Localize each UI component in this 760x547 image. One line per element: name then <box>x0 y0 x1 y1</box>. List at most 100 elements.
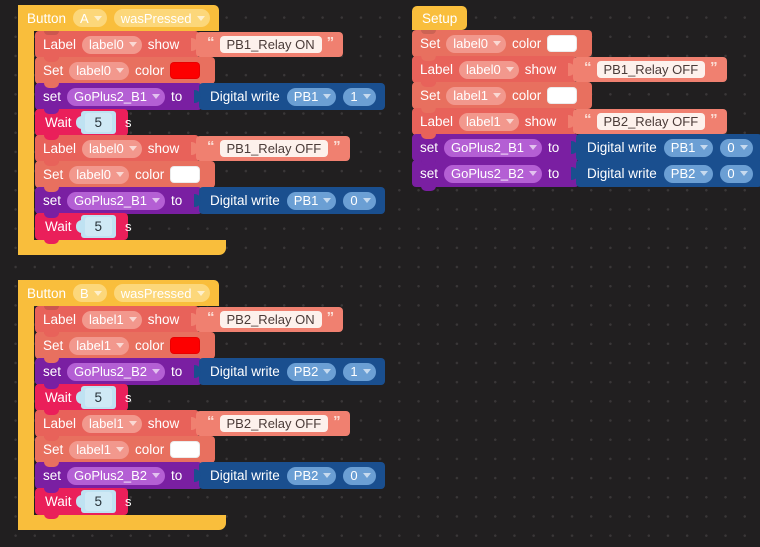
chevron-down-icon <box>362 198 371 203</box>
variable-selector[interactable]: GoPlus2_B1 <box>444 138 543 157</box>
color-swatch[interactable] <box>547 35 578 52</box>
color-swatch[interactable] <box>170 441 201 458</box>
text-value-field[interactable]: PB2_Relay ON <box>219 310 322 329</box>
color-target-selector[interactable]: label0 <box>69 165 129 184</box>
close-quote-icon: ” <box>333 138 341 155</box>
wait-verb: Wait <box>45 115 72 130</box>
label-target-selector[interactable]: label1 <box>459 112 519 131</box>
label-show-block[interactable]: Label label1 show “PB2_Relay OFF” <box>412 108 727 139</box>
variable-selector[interactable]: GoPlus2_B2 <box>444 164 543 183</box>
color-target-selector[interactable]: label1 <box>69 440 129 459</box>
level-selector[interactable]: 0 <box>720 138 753 157</box>
event-hat-button-pressed[interactable]: Button AwasPressed <box>18 5 219 31</box>
text-value-field[interactable]: PB2_Relay OFF <box>219 414 329 433</box>
digital-write-block[interactable]: Digital write PB1 0 <box>576 134 760 161</box>
label-target-selector[interactable]: label0 <box>459 60 519 79</box>
variable-selector[interactable]: GoPlus2_B2 <box>67 466 166 485</box>
set-color-block[interactable]: Set label0 color <box>35 161 215 192</box>
button-selector-text: A <box>80 10 89 26</box>
variable-selector[interactable]: GoPlus2_B1 <box>67 87 166 106</box>
event-selector[interactable]: wasPressed <box>113 284 210 302</box>
chevron-down-icon <box>93 15 102 21</box>
set-color-block[interactable]: Set label0 color <box>412 30 592 61</box>
digital-write-block[interactable]: Digital write PB1 0 <box>199 187 385 214</box>
pin-selector[interactable]: PB2 <box>286 466 337 485</box>
level-selector-text: 0 <box>350 193 358 208</box>
variable-selector-text: GoPlus2_B1 <box>74 89 148 104</box>
text-value-field[interactable]: PB1_Relay OFF <box>596 60 706 79</box>
level-selector[interactable]: 1 <box>343 87 376 106</box>
digital-write-block[interactable]: Digital write PB2 1 <box>199 358 385 385</box>
pin-selector[interactable]: PB1 <box>663 138 714 157</box>
label-show-block[interactable]: Label label0 show “PB1_Relay ON” <box>35 31 344 62</box>
level-selector[interactable]: 0 <box>343 466 376 485</box>
text-value-field[interactable]: PB1_Relay OFF <box>219 139 329 158</box>
label-show-block[interactable]: Label label1 show “PB2_Relay ON” <box>35 306 344 337</box>
digital-write-block[interactable]: Digital write PB1 1 <box>199 83 385 110</box>
variable-selector[interactable]: GoPlus2_B1 <box>67 191 166 210</box>
color-property-label: color <box>134 442 165 457</box>
label-verb: Label <box>43 416 77 431</box>
color-swatch[interactable] <box>170 62 201 79</box>
pin-selector[interactable]: PB2 <box>286 362 337 381</box>
digital-write-block[interactable]: Digital write PB2 0 <box>199 462 385 489</box>
label-show-block[interactable]: Label label0 show “PB1_Relay OFF” <box>412 56 727 87</box>
level-selector[interactable]: 0 <box>343 191 376 210</box>
text-reporter-block[interactable]: “PB1_Relay ON” <box>196 32 344 57</box>
color-target-selector[interactable]: label0 <box>446 34 506 53</box>
label-show-block[interactable]: Label label0 show “PB1_Relay OFF” <box>35 135 350 166</box>
wait-duration-field[interactable]: 5 <box>84 112 113 133</box>
color-swatch[interactable] <box>170 337 201 354</box>
color-target-selector[interactable]: label0 <box>69 61 129 80</box>
level-selector[interactable]: 0 <box>720 164 753 183</box>
color-swatch[interactable] <box>170 166 201 183</box>
label-show-block[interactable]: Label label1 show “PB2_Relay OFF” <box>35 410 350 441</box>
label-target-selector[interactable]: label1 <box>82 310 142 329</box>
wait-duration-field[interactable]: 5 <box>84 491 113 512</box>
color-target-selector[interactable]: label1 <box>69 336 129 355</box>
text-reporter-block[interactable]: “PB2_Relay OFF” <box>573 109 727 134</box>
set-variable-block[interactable]: set GoPlus2_B1 to Digital write PB1 1 <box>35 83 385 114</box>
label-target-selector[interactable]: label1 <box>82 414 142 433</box>
variable-selector[interactable]: GoPlus2_B2 <box>67 362 166 381</box>
set-verb: Set <box>420 36 441 51</box>
text-value-field[interactable]: PB1_Relay ON <box>219 35 322 54</box>
set-variable-block[interactable]: set GoPlus2_B1 to Digital write PB1 0 <box>35 187 385 218</box>
label-target-selector[interactable]: label0 <box>82 139 142 158</box>
script-wrapper-bar <box>18 280 34 530</box>
chevron-down-icon <box>93 290 102 296</box>
button-selector[interactable]: A <box>73 9 107 27</box>
event-hat-button-pressed[interactable]: Button BwasPressed <box>18 280 219 306</box>
set-variable-block[interactable]: set GoPlus2_B2 to Digital write PB2 1 <box>35 358 385 389</box>
set-color-block[interactable]: Set label0 color <box>35 57 215 88</box>
wait-duration-field[interactable]: 5 <box>84 387 113 408</box>
text-reporter-block[interactable]: “PB1_Relay OFF” <box>196 136 350 161</box>
pin-selector[interactable]: PB1 <box>286 191 337 210</box>
color-swatch[interactable] <box>547 87 578 104</box>
color-target-selector[interactable]: label1 <box>446 86 506 105</box>
text-value-field[interactable]: PB2_Relay OFF <box>596 112 706 131</box>
set-color-block[interactable]: Set label1 color <box>412 82 592 113</box>
set-color-block[interactable]: Set label1 color <box>35 332 215 363</box>
set-color-block[interactable]: Set label1 color <box>35 436 215 467</box>
text-reporter-block[interactable]: “PB2_Relay ON” <box>196 307 344 332</box>
event-selector[interactable]: wasPressed <box>113 9 210 27</box>
label-target-selector[interactable]: label0 <box>82 35 142 54</box>
digital-write-block[interactable]: Digital write PB2 0 <box>576 160 760 187</box>
text-reporter-block[interactable]: “PB1_Relay OFF” <box>573 57 727 82</box>
set-variable-block[interactable]: set GoPlus2_B2 to Digital write PB2 0 <box>412 160 760 191</box>
chevron-down-icon <box>323 369 332 374</box>
pin-selector[interactable]: PB1 <box>286 87 337 106</box>
chevron-down-icon <box>700 145 709 150</box>
pin-selector[interactable]: PB2 <box>663 164 714 183</box>
set-variable-block[interactable]: set GoPlus2_B2 to Digital write PB2 0 <box>35 462 385 493</box>
button-selector[interactable]: B <box>73 284 107 302</box>
wait-duration-field[interactable]: 5 <box>84 216 113 237</box>
set-variable-block[interactable]: set GoPlus2_B1 to Digital write PB1 0 <box>412 134 760 165</box>
event-hat-setup[interactable]: Setup <box>412 6 468 30</box>
blockly-workspace[interactable]: Button AwasPressed Label label0 show “PB1_Rel… <box>0 0 760 547</box>
text-reporter-block[interactable]: “PB2_Relay OFF” <box>196 411 350 436</box>
level-selector[interactable]: 1 <box>343 362 376 381</box>
level-selector-text: 1 <box>350 89 358 104</box>
script-wrapper-bar <box>18 5 34 255</box>
